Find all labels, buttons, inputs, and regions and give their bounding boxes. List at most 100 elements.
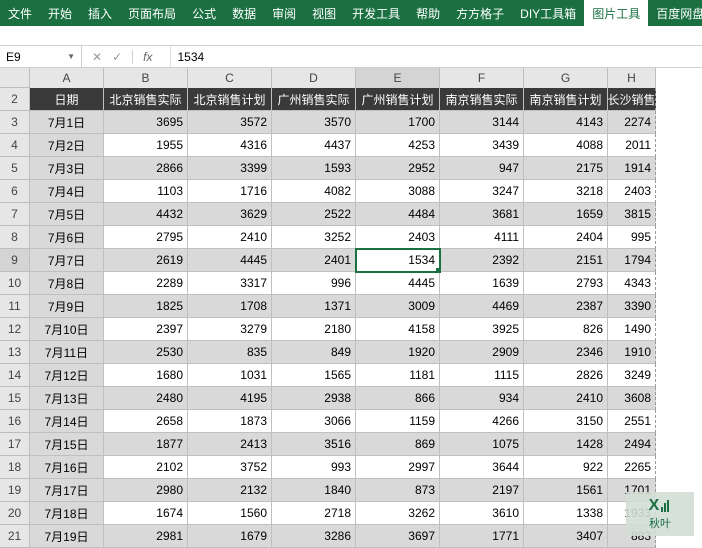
cell-7-A[interactable]: 7月5日 (30, 203, 104, 226)
cell-10-G[interactable]: 2793 (524, 272, 608, 295)
ribbon-tab-4[interactable]: 公式 (184, 0, 224, 26)
cell-14-H[interactable]: 3249 (608, 364, 656, 387)
cell-7-F[interactable]: 3681 (440, 203, 524, 226)
cell-18-H[interactable]: 2265 (608, 456, 656, 479)
cell-15-A[interactable]: 7月13日 (30, 387, 104, 410)
ribbon-tab-9[interactable]: 帮助 (408, 0, 448, 26)
cell-12-G[interactable]: 826 (524, 318, 608, 341)
cancel-icon[interactable]: ✕ (92, 50, 102, 64)
cell-3-A[interactable]: 7月1日 (30, 111, 104, 134)
cell-18-D[interactable]: 993 (272, 456, 356, 479)
row-header-19[interactable]: 19 (0, 479, 30, 502)
ribbon-tab-7[interactable]: 视图 (304, 0, 344, 26)
cell-14-G[interactable]: 2826 (524, 364, 608, 387)
cell-13-B[interactable]: 2530 (104, 341, 188, 364)
cell-17-B[interactable]: 1877 (104, 433, 188, 456)
cell-14-B[interactable]: 1680 (104, 364, 188, 387)
cell-13-H[interactable]: 1910 (608, 341, 656, 364)
cell-4-A[interactable]: 7月2日 (30, 134, 104, 157)
cell-7-D[interactable]: 2522 (272, 203, 356, 226)
cell-11-A[interactable]: 7月9日 (30, 295, 104, 318)
cell-21-A[interactable]: 7月19日 (30, 525, 104, 548)
fx-icon[interactable]: fx (143, 50, 160, 64)
column-header-C[interactable]: C (188, 68, 272, 88)
cell-9-F[interactable]: 2392 (440, 249, 524, 272)
cell-21-E[interactable]: 3697 (356, 525, 440, 548)
row-header-17[interactable]: 17 (0, 433, 30, 456)
cell-18-F[interactable]: 3644 (440, 456, 524, 479)
cell-16-B[interactable]: 2658 (104, 410, 188, 433)
row-header-11[interactable]: 11 (0, 295, 30, 318)
cell-11-B[interactable]: 1825 (104, 295, 188, 318)
header-cell-7[interactable]: 长沙销售 (608, 88, 656, 111)
cell-11-H[interactable]: 3390 (608, 295, 656, 318)
cell-18-A[interactable]: 7月16日 (30, 456, 104, 479)
cell-9-H[interactable]: 1794 (608, 249, 656, 272)
cell-14-A[interactable]: 7月12日 (30, 364, 104, 387)
cell-4-E[interactable]: 4253 (356, 134, 440, 157)
cell-15-E[interactable]: 866 (356, 387, 440, 410)
cell-5-C[interactable]: 3399 (188, 157, 272, 180)
cell-4-B[interactable]: 1955 (104, 134, 188, 157)
row-header-10[interactable]: 10 (0, 272, 30, 295)
cell-15-D[interactable]: 2938 (272, 387, 356, 410)
cell-15-C[interactable]: 4195 (188, 387, 272, 410)
cell-14-F[interactable]: 1115 (440, 364, 524, 387)
row-header-15[interactable]: 15 (0, 387, 30, 410)
cell-10-C[interactable]: 3317 (188, 272, 272, 295)
cell-18-E[interactable]: 2997 (356, 456, 440, 479)
cell-21-G[interactable]: 3407 (524, 525, 608, 548)
cell-4-D[interactable]: 4437 (272, 134, 356, 157)
cell-3-B[interactable]: 3695 (104, 111, 188, 134)
cell-7-E[interactable]: 4484 (356, 203, 440, 226)
cell-7-G[interactable]: 1659 (524, 203, 608, 226)
cell-16-F[interactable]: 4266 (440, 410, 524, 433)
column-header-B[interactable]: B (104, 68, 188, 88)
cell-9-A[interactable]: 7月7日 (30, 249, 104, 272)
row-header-18[interactable]: 18 (0, 456, 30, 479)
cell-9-G[interactable]: 2151 (524, 249, 608, 272)
cell-17-C[interactable]: 2413 (188, 433, 272, 456)
cell-3-F[interactable]: 3144 (440, 111, 524, 134)
ribbon-tab-8[interactable]: 开发工具 (344, 0, 408, 26)
cell-21-D[interactable]: 3286 (272, 525, 356, 548)
cell-9-E[interactable]: 1534 (356, 249, 440, 272)
cell-11-G[interactable]: 2387 (524, 295, 608, 318)
cell-5-E[interactable]: 2952 (356, 157, 440, 180)
ribbon-tab-10[interactable]: 方方格子 (448, 0, 512, 26)
cell-12-C[interactable]: 3279 (188, 318, 272, 341)
ribbon-tab-5[interactable]: 数据 (224, 0, 264, 26)
cell-20-B[interactable]: 1674 (104, 502, 188, 525)
cell-3-D[interactable]: 3570 (272, 111, 356, 134)
cell-15-B[interactable]: 2480 (104, 387, 188, 410)
name-box-dropdown-icon[interactable]: ▼ (67, 52, 75, 61)
row-header-5[interactable]: 5 (0, 157, 30, 180)
cell-19-B[interactable]: 2980 (104, 479, 188, 502)
cell-6-G[interactable]: 3218 (524, 180, 608, 203)
cell-7-H[interactable]: 3815 (608, 203, 656, 226)
cell-14-D[interactable]: 1565 (272, 364, 356, 387)
cell-13-F[interactable]: 2909 (440, 341, 524, 364)
column-header-E[interactable]: E (356, 68, 440, 88)
row-header-4[interactable]: 4 (0, 134, 30, 157)
column-header-H[interactable]: H (608, 68, 656, 88)
cell-12-D[interactable]: 2180 (272, 318, 356, 341)
header-cell-0[interactable]: 日期 (30, 88, 104, 111)
cell-12-H[interactable]: 1490 (608, 318, 656, 341)
ribbon-tab-6[interactable]: 审阅 (264, 0, 304, 26)
cell-15-H[interactable]: 3608 (608, 387, 656, 410)
cell-18-C[interactable]: 3752 (188, 456, 272, 479)
row-header-12[interactable]: 12 (0, 318, 30, 341)
cell-20-E[interactable]: 3262 (356, 502, 440, 525)
cell-4-H[interactable]: 2011 (608, 134, 656, 157)
cell-10-D[interactable]: 996 (272, 272, 356, 295)
ribbon-tab-12[interactable]: 图片工具 (584, 0, 648, 26)
cell-21-F[interactable]: 1771 (440, 525, 524, 548)
cell-21-B[interactable]: 2981 (104, 525, 188, 548)
cell-6-B[interactable]: 1103 (104, 180, 188, 203)
row-header-6[interactable]: 6 (0, 180, 30, 203)
header-cell-6[interactable]: 南京销售计划 (524, 88, 608, 111)
cell-5-G[interactable]: 2175 (524, 157, 608, 180)
cell-18-B[interactable]: 2102 (104, 456, 188, 479)
row-header-9[interactable]: 9 (0, 249, 30, 272)
